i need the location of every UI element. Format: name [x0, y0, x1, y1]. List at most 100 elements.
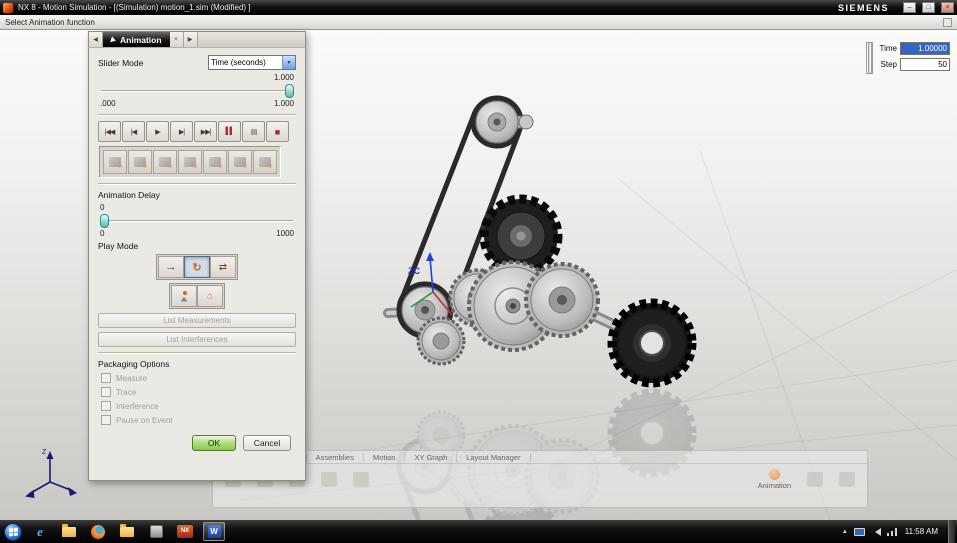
taskbar-item-folder[interactable]: [58, 522, 80, 541]
animation-group-label: Animation: [757, 481, 791, 490]
dimmed-tab: Layout Manager: [457, 452, 531, 462]
taskbar-item-firefox[interactable]: [87, 522, 109, 541]
toolbar-drag-handle[interactable]: [866, 42, 873, 74]
large-gear-axle: [510, 303, 516, 309]
list-interferences-button[interactable]: List Interferences: [98, 332, 296, 347]
taskbar-item-word-active[interactable]: W: [203, 522, 225, 541]
animation-option-button-7[interactable]: [253, 150, 277, 174]
animation-group-icon: [768, 469, 780, 480]
animation-option-button-1[interactable]: [103, 150, 127, 174]
tool-icon: [134, 157, 147, 168]
pause-button[interactable]: ▌▌: [218, 121, 241, 142]
interference-checkbox[interactable]: Interference: [101, 401, 296, 411]
windows-flag-icon: [8, 527, 18, 536]
playback-time-panel: Time 1.00000 Step 50: [866, 42, 950, 74]
checkbox-icon[interactable]: [101, 415, 111, 425]
display-tray-icon[interactable]: [853, 527, 865, 536]
stop-button[interactable]: ■: [266, 121, 289, 142]
network-icon[interactable]: [886, 527, 897, 536]
pause-on-event-checkbox[interactable]: Pause on Event: [101, 415, 296, 425]
dialog-back-button[interactable]: ◀: [89, 32, 103, 47]
delay-slider-max: 1000: [276, 229, 294, 238]
checkbox-icon[interactable]: [101, 401, 111, 411]
cue-status-bar: Select Animation function: [0, 15, 957, 30]
taskbar-item-ie[interactable]: e: [29, 522, 51, 541]
wcs-triad: Z: [25, 449, 77, 498]
delay-slider[interactable]: [100, 214, 294, 228]
play-to-end-button[interactable]: ▶▶|: [194, 121, 217, 142]
step-back-button[interactable]: |◀: [122, 121, 145, 142]
close-button[interactable]: ×: [941, 2, 954, 13]
animation-toolbar-group: Animation: [758, 469, 791, 490]
checkbox-icon[interactable]: [101, 373, 111, 383]
measure-checkbox[interactable]: Measure: [101, 373, 296, 383]
cancel-button[interactable]: Cancel: [243, 435, 291, 451]
delay-slider-thumb[interactable]: [100, 214, 109, 228]
animation-dialog: ◀ Animation × ▶ Slider Mode Time (second…: [88, 31, 306, 481]
animation-option-button-2[interactable]: [128, 150, 152, 174]
dimmed-toolbar-icon: [807, 472, 823, 487]
taskbar-item-app[interactable]: [145, 522, 167, 541]
animation-delay-label: Animation Delay: [98, 190, 160, 200]
taskbar-clock[interactable]: 11:58 AM: [905, 527, 938, 536]
step-field-label: Step: [880, 60, 897, 69]
start-button[interactable]: [4, 522, 22, 541]
time-input[interactable]: 1.00000: [900, 42, 950, 55]
app-icon: [149, 525, 163, 538]
taskbar-item-folder-2[interactable]: [116, 522, 138, 541]
system-tray: ▲ 11:58 AM: [842, 520, 957, 543]
animation-option-button-6[interactable]: [228, 150, 252, 174]
ok-button[interactable]: OK: [192, 435, 236, 451]
step-forward-button[interactable]: ▶|: [170, 121, 193, 142]
interference-checkbox-label: Interference: [116, 401, 159, 411]
time-field-label: Time: [879, 44, 897, 53]
siemens-brand: SIEMENS: [837, 2, 889, 13]
nx-icon: NX: [177, 525, 193, 538]
tray-expand-icon[interactable]: ▲: [842, 529, 848, 535]
slider-mode-value: Time (seconds): [211, 58, 266, 67]
dialog-forward-button[interactable]: ▶: [183, 32, 198, 47]
play-button[interactable]: ▶: [146, 121, 169, 142]
trace-checkbox[interactable]: Trace: [101, 387, 296, 397]
designate-group: ⌂: [169, 283, 225, 309]
step-input[interactable]: 50: [900, 58, 950, 71]
nx-app-icon[interactable]: [3, 2, 13, 13]
slider-mode-dropdown[interactable]: Time (seconds) ▼: [208, 55, 296, 70]
minimize-button[interactable]: –: [903, 2, 916, 13]
loop-play-button[interactable]: ↻: [184, 256, 210, 278]
dropdown-arrow-icon[interactable]: ▼: [282, 56, 295, 69]
animation-option-button-4[interactable]: [178, 150, 202, 174]
show-desktop-button[interactable]: [948, 520, 955, 543]
list-measurements-button[interactable]: List Measurements: [98, 313, 296, 328]
volume-icon[interactable]: [871, 527, 881, 536]
dialog-header[interactable]: ◀ Animation × ▶: [88, 31, 306, 47]
maximize-button[interactable]: □: [922, 2, 935, 13]
nx-application-window: NX 8 - Motion Simulation - [(Simulation)…: [0, 0, 957, 543]
play-once-button[interactable]: →: [158, 256, 184, 278]
go-to-start-button[interactable]: |◀◀: [98, 121, 121, 142]
designate-packaging-button[interactable]: [171, 285, 197, 307]
taskbar-item-nx[interactable]: NX: [174, 522, 196, 541]
time-slider-thumb[interactable]: [285, 84, 294, 98]
folder-icon: [62, 523, 76, 537]
gear-train-model[interactable]: [383, 95, 697, 388]
right-gear-axle: [557, 295, 567, 305]
animation-option-button-5[interactable]: [203, 150, 227, 174]
animation-option-button-3[interactable]: [153, 150, 177, 174]
time-slider-track: [101, 90, 293, 92]
checkbox-icon[interactable]: [101, 387, 111, 397]
dialog-title-tab[interactable]: Animation: [103, 32, 170, 47]
return-home-button[interactable]: ⌂: [197, 285, 223, 307]
slider-mode-label: Slider Mode: [98, 57, 144, 68]
playback-transport-bar: |◀◀ |◀ ▶ ▶| ▶▶| ▌▌ ▤ ■: [98, 121, 296, 142]
packaging-options-label: Packaging Options: [98, 359, 170, 369]
dialog-close-button[interactable]: ×: [169, 32, 184, 47]
time-slider[interactable]: [100, 84, 294, 98]
separator: [98, 114, 296, 116]
tool-icon: [184, 157, 197, 168]
swing-play-button[interactable]: ⇄: [210, 256, 236, 278]
dimmed-toolbar-icon: [839, 472, 855, 487]
dialog-title: Animation: [120, 34, 162, 45]
dimmed-tab: XY Graph: [405, 452, 458, 462]
export-movie-button[interactable]: ▤: [242, 121, 265, 142]
